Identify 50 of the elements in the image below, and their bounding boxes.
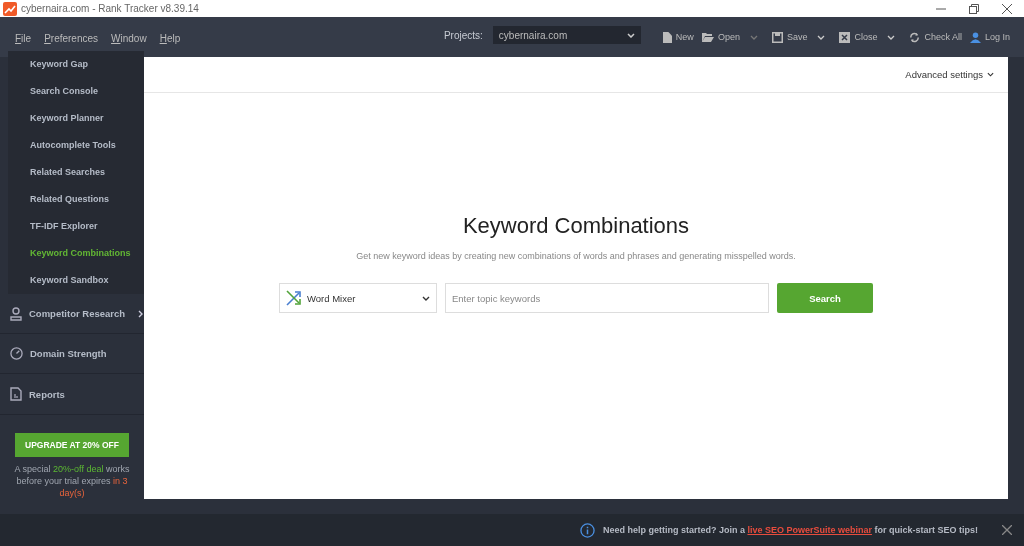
restore-icon[interactable] bbox=[969, 3, 979, 14]
toolbar-button[interactable]: Close bbox=[835, 31, 906, 43]
toolbar-button[interactable]: Save bbox=[767, 31, 836, 43]
project-dropdown[interactable]: cybernaira.com bbox=[492, 26, 641, 44]
refresh-icon bbox=[909, 31, 921, 43]
sidebar-item[interactable]: Keyword Combinations bbox=[8, 240, 144, 267]
projects-label: Projects: bbox=[443, 29, 483, 41]
advanced-settings-button[interactable]: Advanced settings bbox=[899, 68, 1008, 81]
caret-icon bbox=[626, 32, 635, 38]
menu-item[interactable]: Window bbox=[111, 33, 147, 44]
person-icon bbox=[10, 306, 22, 321]
sidebar-item[interactable]: Keyword Planner bbox=[8, 105, 144, 132]
caret-icon bbox=[422, 295, 430, 301]
shuffle-icon bbox=[286, 290, 302, 306]
folder-icon bbox=[701, 32, 714, 42]
caret-icon bbox=[817, 34, 826, 40]
caret-icon bbox=[749, 34, 758, 40]
info-icon bbox=[579, 522, 595, 538]
sidebar-item[interactable]: Related Questions bbox=[8, 186, 144, 213]
toolbar-button[interactable]: New bbox=[658, 31, 698, 43]
keywords-input[interactable]: Enter topic keywords bbox=[445, 283, 769, 313]
menu-item[interactable]: Help bbox=[159, 33, 181, 44]
close-icon[interactable] bbox=[1002, 525, 1012, 535]
chevron-icon bbox=[138, 309, 144, 318]
menu-item[interactable]: File bbox=[15, 33, 32, 44]
save-icon bbox=[771, 31, 783, 43]
sidebar-item[interactable]: Related Searches bbox=[8, 159, 144, 186]
toolbar-button[interactable]: Open bbox=[697, 32, 768, 42]
sidebar-item[interactable]: Search Console bbox=[8, 78, 144, 105]
toolbar-button[interactable]: Log In bbox=[965, 31, 1014, 43]
mode-dropdown[interactable]: Word Mixer bbox=[279, 283, 437, 313]
gauge-icon bbox=[10, 347, 23, 361]
user-icon bbox=[969, 31, 981, 43]
promo-text: A special 20%-off deal works before your trial expires in 3 day(s) bbox=[14, 463, 130, 499]
page-subtitle: Get new keyword ideas by creating new combinations of words and phrases and generating misspelled words. bbox=[356, 251, 796, 261]
menu-item[interactable]: Preferences bbox=[44, 33, 99, 44]
caret-icon bbox=[987, 72, 994, 77]
notification-text: Need help getting started? Join a live SEO PowerSuite webinar for quick-start SEO tips! bbox=[602, 525, 978, 535]
close-box-icon bbox=[839, 31, 851, 43]
document-icon bbox=[662, 31, 672, 43]
caret-icon bbox=[887, 34, 896, 40]
report-icon bbox=[10, 387, 22, 402]
sidebar-item[interactable]: Autocomplete Tools bbox=[8, 132, 144, 159]
page-title: Keyword Combinations bbox=[462, 213, 690, 239]
toolbar-button[interactable]: Check All bbox=[905, 31, 966, 43]
window-title: cybernaira.com - Rank Tracker v8.39.14 bbox=[21, 3, 199, 14]
sidebar-item[interactable]: TF-IDF Explorer bbox=[8, 213, 144, 240]
sidebar-item[interactable]: Keyword Gap bbox=[8, 51, 144, 78]
sidebar-item[interactable]: Keyword Sandbox bbox=[8, 267, 144, 294]
close-icon[interactable] bbox=[1002, 3, 1012, 14]
